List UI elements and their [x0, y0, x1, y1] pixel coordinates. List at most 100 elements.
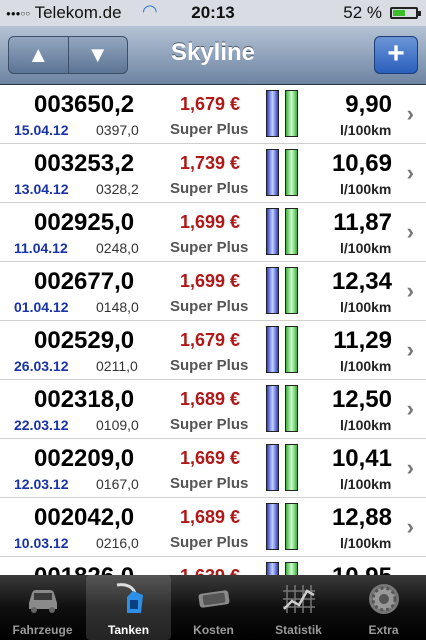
tab-bar: Fahrzeuge Tanken Kosten Statistik Extra [0, 575, 426, 640]
fuel-type: Super Plus [170, 416, 249, 433]
fuel-price: 1,739 € [180, 153, 241, 173]
blue-level-bar [266, 444, 279, 491]
list-item[interactable]: 001826,01,639 €10,95› [0, 557, 426, 575]
odometer-reading: 002318,0 [34, 386, 135, 413]
fuel-type: Super Plus [170, 475, 249, 492]
fuel-type: Super Plus [170, 239, 249, 256]
odometer-reading: 001826,0 [34, 563, 134, 575]
tab-label: Tanken [107, 623, 150, 637]
tab-kosten[interactable]: Kosten [171, 575, 256, 640]
consumption-value: 9,90 [345, 91, 392, 118]
chevron-right-icon: › [406, 219, 414, 244]
consumption-value: 10,69 [331, 150, 392, 177]
consumption-value: 11,87 [333, 209, 392, 236]
car-icon [28, 590, 57, 613]
odometer-reading: 003650,2 [34, 91, 135, 118]
odometer-reading: 002209,0 [34, 445, 135, 472]
blue-level-bar [266, 385, 279, 432]
add-button[interactable]: + [374, 36, 418, 74]
fuel-type: Super Plus [170, 180, 249, 197]
green-level-bar [285, 267, 298, 314]
chevron-right-icon: › [406, 278, 414, 303]
fuel-price: 1,669 € [180, 448, 241, 468]
trip-distance: 0328,2 [96, 181, 139, 197]
status-bar: ●●●○○ Telekom.de ◠ 20:13 52 % [0, 0, 426, 26]
tab-label: Extra [368, 623, 399, 637]
green-level-bar [285, 385, 298, 432]
list-item[interactable]: 002677,0 01.04.12 0148,0 1,699 € Super Plus 1… [0, 262, 426, 321]
list-item[interactable]: 002529,0 26.03.12 0211,0 1,679 € Super Plus 1… [0, 321, 426, 380]
fuel-nozzle-icon [116, 583, 143, 613]
chart-icon [282, 585, 315, 613]
refuel-date: 26.03.12 [14, 358, 69, 374]
chevron-right-icon: › [406, 160, 414, 185]
trip-distance: 0216,0 [96, 535, 139, 551]
fuel-price: 1,679 € [180, 330, 241, 350]
refuel-date: 10.03.12 [14, 535, 69, 551]
navigation-bar: ▲ ▼ Skyline + [0, 26, 426, 85]
tab-label: Statistik [275, 623, 322, 637]
consumption-value: 12,50 [331, 386, 392, 413]
fuel-type: Super Plus [170, 534, 249, 551]
refuel-date: 11.04.12 [14, 240, 68, 256]
chevron-right-icon: › [406, 101, 414, 126]
chevron-right-icon: › [406, 455, 414, 480]
consumption-value: 10,95 [332, 563, 392, 575]
list-item[interactable]: 003650,2 15.04.12 0397,0 1,679 € Super Plus 9… [0, 85, 426, 144]
trip-distance: 0397,0 [96, 122, 139, 138]
green-level-bar [285, 90, 298, 137]
consumption-value: 12,34 [331, 268, 392, 295]
odometer-reading: 003253,2 [34, 150, 135, 177]
consumption-unit: l/100km [340, 358, 392, 374]
refuel-date: 12.03.12 [14, 476, 69, 492]
battery-icon [390, 7, 421, 19]
tab-label: Kosten [193, 623, 234, 637]
battery-percentage: 52 % [343, 3, 382, 22]
odometer-reading: 002042,0 [34, 504, 135, 531]
list-item[interactable]: 002925,0 11.04.12 0248,0 1,699 € Super Plus 1… [0, 203, 426, 262]
fuel-price: 1,689 € [180, 389, 241, 409]
fuel-price: 1,689 € [180, 507, 241, 527]
list-item[interactable]: 003253,2 13.04.12 0328,2 1,739 € Super Plus 1… [0, 144, 426, 203]
chevron-right-icon: › [406, 396, 414, 421]
trip-distance: 0148,0 [96, 299, 139, 315]
fuel-type: Super Plus [170, 298, 249, 315]
consumption-unit: l/100km [340, 181, 392, 197]
list-item[interactable]: 002042,0 10.03.12 0216,0 1,689 € Super Plus 1… [0, 498, 426, 557]
odometer-reading: 002529,0 [34, 327, 135, 354]
list-item[interactable]: 002318,0 22.03.12 0109,0 1,689 € Super Plus 1… [0, 380, 426, 439]
blue-level-bar [266, 326, 279, 373]
tab-label: Fahrzeuge [12, 623, 73, 637]
refuel-list[interactable]: 003650,2 15.04.12 0397,0 1,679 € Super Plus 9… [0, 85, 426, 575]
money-icon [198, 590, 229, 608]
blue-level-bar [266, 149, 279, 196]
tab-extra[interactable]: Extra [341, 575, 426, 640]
consumption-unit: l/100km [340, 240, 392, 256]
consumption-value: 10,41 [331, 445, 392, 472]
tab-tanken[interactable]: Tanken [86, 575, 171, 640]
green-level-bar [285, 208, 298, 255]
fuel-price: 1,699 € [180, 212, 241, 232]
blue-level-bar [266, 267, 279, 314]
tab-statistik[interactable]: Statistik [256, 575, 341, 640]
green-level-bar [285, 149, 298, 196]
consumption-value: 12,88 [331, 504, 392, 531]
fuel-price: 1,679 € [180, 94, 241, 114]
chevron-right-icon: › [406, 337, 414, 362]
green-level-bar [285, 326, 298, 373]
chevron-right-icon: › [406, 514, 414, 539]
page-title: Skyline [170, 39, 256, 66]
blue-level-bar [266, 562, 279, 575]
fuel-price: 1,699 € [180, 271, 241, 291]
blue-level-bar [266, 90, 279, 137]
fuel-price: 1,639 € [180, 566, 240, 575]
fuel-type: Super Plus [170, 121, 249, 138]
refuel-date: 15.04.12 [14, 122, 69, 138]
tab-fahrzeuge[interactable]: Fahrzeuge [0, 575, 85, 640]
consumption-value: 11,29 [333, 327, 392, 354]
blue-level-bar [266, 503, 279, 550]
odometer-reading: 002925,0 [34, 209, 135, 236]
list-item[interactable]: 002209,0 12.03.12 0167,0 1,669 € Super Plus 1… [0, 439, 426, 498]
consumption-unit: l/100km [340, 535, 392, 551]
blue-level-bar [266, 208, 279, 255]
